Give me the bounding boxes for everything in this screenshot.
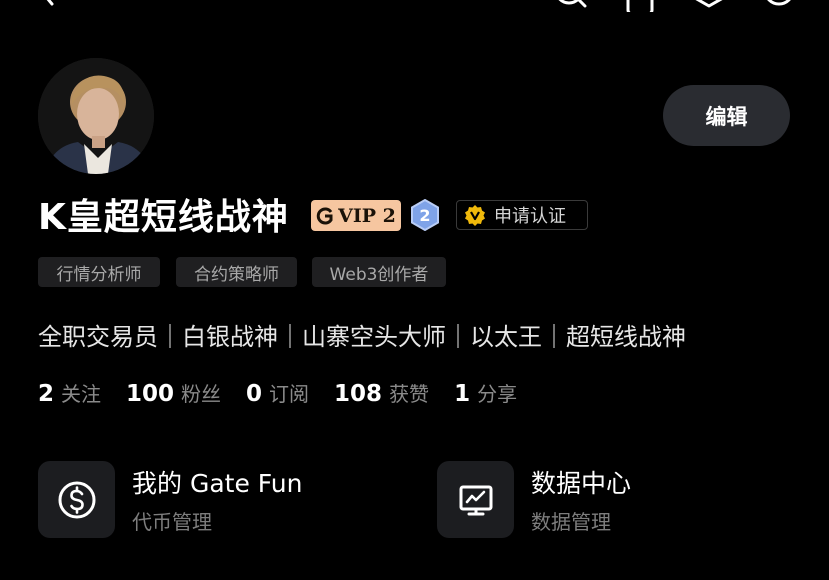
chart-monitor-icon bbox=[459, 485, 492, 515]
verified-v-icon bbox=[465, 205, 485, 226]
level-number: 2 bbox=[419, 206, 430, 225]
following-label[interactable]: 关注 bbox=[61, 378, 101, 407]
profile-stats: 2 关注 100 粉丝 0 订阅 108 获赞 1 分享 bbox=[38, 378, 517, 407]
subscriptions-label[interactable]: 订阅 bbox=[269, 378, 309, 407]
data-center-subtitle: 数据管理 bbox=[531, 510, 611, 534]
profile-bio: 全职交易员｜白银战神｜山寨空头大师｜以太王｜超短线战神 bbox=[38, 323, 686, 351]
data-center-card-button[interactable] bbox=[437, 461, 514, 538]
avatar-portrait-image bbox=[38, 58, 154, 174]
share-icon[interactable] bbox=[762, 0, 796, 12]
edit-profile-button[interactable]: 编辑 bbox=[663, 85, 790, 146]
following-count[interactable]: 2 bbox=[38, 381, 54, 407]
tag-web3-creator: Web3创作者 bbox=[312, 257, 446, 287]
avatar[interactable] bbox=[38, 58, 154, 174]
data-center-title[interactable]: 数据中心 bbox=[531, 464, 631, 500]
settings-icon[interactable] bbox=[692, 0, 726, 12]
gate-fun-title[interactable]: 我的 Gate Fun bbox=[132, 464, 302, 500]
back-icon[interactable] bbox=[30, 0, 64, 12]
gate-fun-subtitle: 代币管理 bbox=[132, 510, 212, 534]
gate-fun-card-button[interactable] bbox=[38, 461, 115, 538]
vip-label: VIP 2 bbox=[338, 204, 396, 227]
shares-label: 分享 bbox=[477, 382, 518, 406]
followers-label[interactable]: 粉丝 bbox=[181, 378, 221, 407]
dollar-coin-icon bbox=[58, 481, 95, 518]
vip-badge[interactable]: VIP 2 bbox=[311, 200, 401, 231]
tag-contract-strategist: 合约策略师 bbox=[176, 257, 297, 287]
gate-logo-icon bbox=[316, 207, 333, 224]
subscriptions-count[interactable]: 0 bbox=[246, 381, 262, 407]
tag-market-analyst: 行情分析师 bbox=[38, 257, 160, 287]
level-badge-icon: 2 bbox=[411, 199, 439, 231]
apply-certification-button[interactable]: 申请认证 bbox=[456, 200, 588, 230]
search-icon[interactable] bbox=[553, 0, 587, 12]
bookmark-icon[interactable] bbox=[624, 0, 658, 12]
profile-name: K皇超短线战神 bbox=[38, 197, 289, 238]
likes-label: 获赞 bbox=[389, 382, 430, 406]
likes-count: 108 bbox=[334, 381, 383, 407]
shares-count: 1 bbox=[454, 381, 471, 407]
certify-label: 申请认证 bbox=[494, 206, 566, 227]
followers-count[interactable]: 100 bbox=[126, 381, 174, 407]
